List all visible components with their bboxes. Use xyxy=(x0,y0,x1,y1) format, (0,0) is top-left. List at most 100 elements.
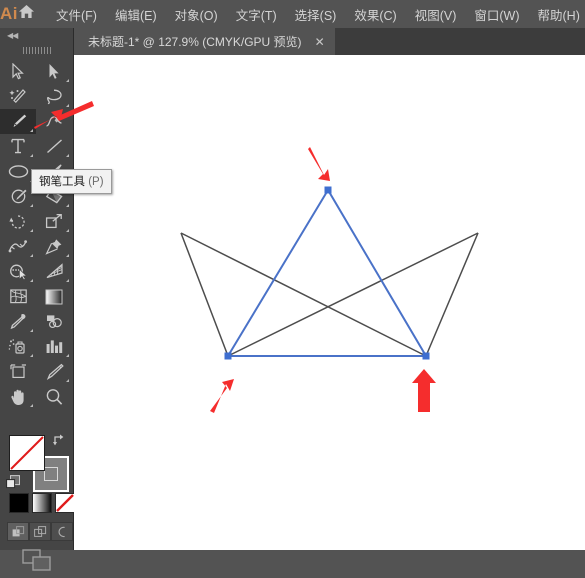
menu-window[interactable]: 窗口(W) xyxy=(465,1,528,28)
mesh-icon xyxy=(9,288,28,305)
app-logo: Ai xyxy=(0,0,18,28)
menu-file[interactable]: 文件(F) xyxy=(47,1,106,28)
arrow-top xyxy=(308,147,330,181)
lasso-tool[interactable] xyxy=(36,84,72,109)
zoom-tool[interactable] xyxy=(36,384,72,409)
lasso-icon xyxy=(45,88,63,105)
magic-wand-icon xyxy=(9,88,27,105)
pushpin-icon xyxy=(45,238,63,255)
annotation-arrows xyxy=(210,147,436,413)
none-mode-button[interactable] xyxy=(55,493,75,513)
mesh-tool[interactable] xyxy=(0,284,36,309)
draw-inside-button[interactable] xyxy=(51,522,73,541)
gradient-tool[interactable] xyxy=(36,284,72,309)
tool-grid xyxy=(0,59,73,409)
tools-panel: ◀◀ xyxy=(0,28,74,550)
arrow-bottom-left xyxy=(210,379,234,413)
draw-behind-button[interactable] xyxy=(29,522,51,541)
home-button[interactable] xyxy=(18,0,35,28)
shape-builder-tool[interactable] xyxy=(0,259,36,284)
menu-bar: Ai 文件(F) 编辑(E) 对象(O) 文字(T) 选择(S) 效果(C) 视… xyxy=(0,0,585,28)
scale-icon xyxy=(45,213,63,230)
rotate-icon xyxy=(9,213,27,230)
pen-tool[interactable] xyxy=(0,109,36,134)
menu-type[interactable]: 文字(T) xyxy=(227,1,286,28)
perspective-grid-tool[interactable] xyxy=(36,259,72,284)
app-logo-text: Ai xyxy=(0,4,18,24)
document-tab-bar: 未标题-1* @ 127.9% (CMYK/GPU 预览) ✕ xyxy=(0,28,585,55)
menu-item-list: 文件(F) 编辑(E) 对象(O) 文字(T) 选择(S) 效果(C) 视图(V… xyxy=(47,1,585,28)
path-anchor-points[interactable] xyxy=(225,187,430,360)
close-icon[interactable]: ✕ xyxy=(315,36,325,48)
screen-mode-icon xyxy=(22,549,52,576)
tooltip-label: 钢笔工具 xyxy=(39,176,85,188)
change-screen-mode-button[interactable] xyxy=(0,549,73,575)
menu-effect[interactable]: 效果(C) xyxy=(345,1,405,28)
column-graph-tool[interactable] xyxy=(36,334,72,359)
menu-select[interactable]: 选择(S) xyxy=(286,1,346,28)
default-fill-stroke-icon[interactable] xyxy=(6,475,21,495)
rotate-tool[interactable] xyxy=(0,209,36,234)
tools-panel-header: ◀◀ xyxy=(0,28,73,42)
magic-wand-tool[interactable] xyxy=(0,84,36,109)
slice-knife-icon xyxy=(45,363,64,380)
color-mode-buttons xyxy=(9,493,75,513)
home-icon xyxy=(18,4,35,24)
panel-drag-handle[interactable] xyxy=(0,44,73,56)
artboard-icon xyxy=(9,363,28,380)
arrow-cursor-icon xyxy=(12,63,24,80)
collapse-panel-icon[interactable]: ◀◀ xyxy=(7,31,17,40)
artboard-tool[interactable] xyxy=(0,359,36,384)
direct-selection-tool[interactable] xyxy=(36,59,72,84)
pen-icon xyxy=(9,113,28,130)
eyedropper-tool[interactable] xyxy=(0,309,36,334)
width-tool[interactable] xyxy=(0,234,36,259)
anchor-bottom-left[interactable] xyxy=(225,353,232,360)
menu-edit[interactable]: 编辑(E) xyxy=(106,1,166,28)
slice-tool[interactable] xyxy=(36,359,72,384)
anchor-bottom-right[interactable] xyxy=(423,353,430,360)
curvature-icon xyxy=(45,113,64,130)
illustrator-window: Ai 文件(F) 编辑(E) 对象(O) 文字(T) 选择(S) 效果(C) 视… xyxy=(0,0,585,550)
eyedropper-icon xyxy=(9,313,27,330)
shape-builder-icon xyxy=(8,263,28,280)
perspective-grid-icon xyxy=(45,263,64,280)
draw-mode-buttons xyxy=(7,522,73,541)
tooltip-shortcut: (P) xyxy=(88,176,103,188)
document-tab-title: 未标题-1* @ 127.9% (CMYK/GPU 预览) xyxy=(88,33,302,50)
color-controls xyxy=(0,431,73,578)
line-segment-tool[interactable] xyxy=(36,134,72,159)
type-tool[interactable] xyxy=(0,134,36,159)
menu-object[interactable]: 对象(O) xyxy=(166,1,227,28)
swap-fill-stroke-icon[interactable] xyxy=(52,433,66,452)
document-tab[interactable]: 未标题-1* @ 127.9% (CMYK/GPU 预览) ✕ xyxy=(74,28,335,55)
width-warp-icon xyxy=(8,238,28,255)
hand-tool[interactable] xyxy=(0,384,36,409)
bar-chart-icon xyxy=(45,338,63,355)
ellipse-icon xyxy=(8,163,29,180)
none-slash-icon xyxy=(10,436,44,470)
menu-help[interactable]: 帮助(H) xyxy=(529,1,585,28)
menu-view[interactable]: 视图(V) xyxy=(406,1,466,28)
shaper-pencil-icon xyxy=(9,188,28,205)
fill-swatch[interactable] xyxy=(9,435,45,471)
anchor-top[interactable] xyxy=(325,187,332,194)
type-t-icon xyxy=(11,138,25,155)
curvature-tool[interactable] xyxy=(36,109,72,134)
symbol-sprayer-icon xyxy=(8,338,28,355)
magnifier-icon xyxy=(45,388,63,406)
color-mode-button[interactable] xyxy=(9,493,29,513)
gradient-mode-button[interactable] xyxy=(32,493,52,513)
selection-tool[interactable] xyxy=(0,59,36,84)
blend-icon xyxy=(45,313,64,330)
symbol-sprayer-tool[interactable] xyxy=(0,334,36,359)
draw-normal-button[interactable] xyxy=(7,522,29,541)
artwork-svg xyxy=(74,55,585,550)
blend-tool[interactable] xyxy=(36,309,72,334)
white-arrow-cursor-icon xyxy=(48,63,60,80)
free-transform-tool[interactable] xyxy=(36,234,72,259)
tool-tooltip: 钢笔工具 (P) xyxy=(31,169,112,194)
scale-tool[interactable] xyxy=(36,209,72,234)
artboard-canvas[interactable] xyxy=(74,55,585,550)
gray-lines-path[interactable] xyxy=(181,233,478,356)
